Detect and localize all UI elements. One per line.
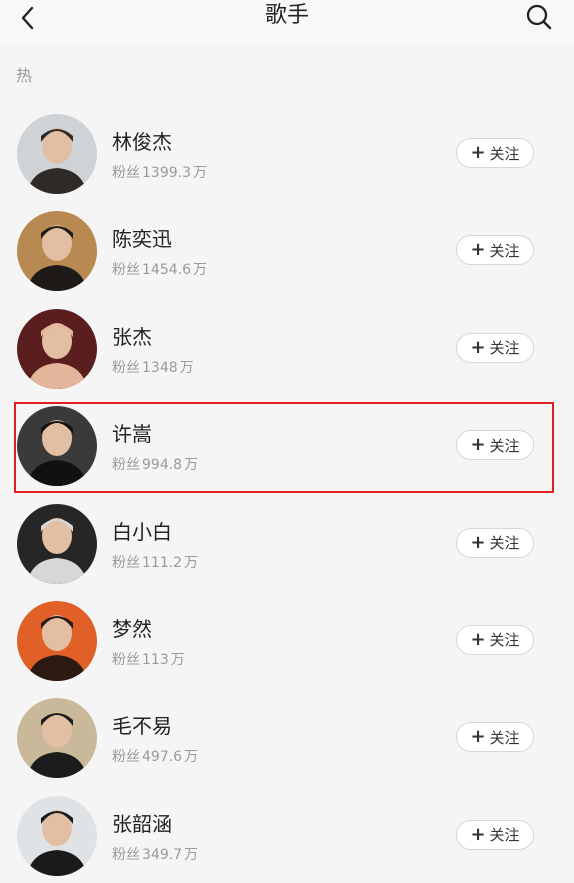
section-label-hot: 热 — [16, 66, 33, 85]
search-icon[interactable] — [524, 2, 554, 32]
follow-button[interactable]: + 关注 — [456, 332, 534, 363]
singer-list: 林俊杰 粉丝 1399.3 万 + 关注 陈奕迅 粉丝 1454.6 万 + 关注 张杰 粉… — [0, 104, 574, 883]
plus-icon: + — [470, 628, 486, 650]
plus-icon: + — [470, 142, 486, 163]
avatar[interactable] — [17, 308, 97, 389]
avatar-photo — [17, 406, 97, 487]
singer-row[interactable]: 林俊杰 粉丝 1399.3 万 + 关注 — [0, 104, 574, 201]
singer-name: 毛不易 — [112, 714, 172, 739]
singer-row[interactable]: 白小白 粉丝 111.2 万 + 关注 — [0, 494, 574, 591]
singer-name: 梦然 — [112, 616, 152, 641]
plus-icon: + — [470, 434, 486, 456]
plus-icon: + — [470, 531, 486, 553]
singer-row[interactable]: 陈奕迅 粉丝 1454.6 万 + 关注 — [0, 201, 574, 298]
fans-count: 粉丝 111.2 万 — [112, 554, 199, 571]
follow-button[interactable]: + 关注 — [456, 235, 534, 266]
singer-name: 陈奕迅 — [112, 227, 172, 252]
avatar-photo — [17, 698, 97, 779]
follow-button[interactable]: + 关注 — [456, 430, 534, 461]
fans-count: 粉丝 994.8 万 — [112, 457, 199, 474]
avatar[interactable] — [17, 795, 97, 876]
singer-row[interactable]: 梦然 粉丝 113 万 + 关注 — [0, 591, 574, 688]
singer-name: 张杰 — [112, 324, 152, 349]
avatar[interactable] — [17, 503, 97, 584]
singer-name: 许嵩 — [112, 422, 152, 447]
avatar[interactable] — [17, 114, 97, 194]
singer-name: 张韶涵 — [112, 811, 172, 836]
fans-count: 粉丝 1399.3 万 — [112, 165, 207, 181]
singer-row[interactable]: 毛不易 粉丝 497.6 万 + 关注 — [0, 688, 574, 785]
singer-row[interactable]: 许嵩 粉丝 994.8 万 + 关注 — [0, 396, 574, 493]
plus-icon: + — [470, 336, 486, 358]
fans-count: 粉丝 113 万 — [112, 651, 185, 668]
avatar[interactable] — [17, 211, 97, 292]
avatar-photo — [17, 308, 97, 389]
avatar-photo — [17, 114, 97, 194]
singer-name: 白小白 — [112, 519, 172, 544]
singer-row[interactable]: 张韶涵 粉丝 349.7 万 + 关注 — [0, 786, 574, 883]
avatar-photo — [17, 503, 97, 584]
plus-icon: + — [470, 823, 486, 845]
follow-button[interactable]: + 关注 — [456, 819, 534, 850]
avatar-photo — [17, 600, 97, 681]
follow-button[interactable]: + 关注 — [456, 527, 534, 558]
follow-button[interactable]: + 关注 — [456, 138, 534, 168]
singer-row[interactable]: 张杰 粉丝 1348 万 + 关注 — [0, 299, 574, 396]
avatar[interactable] — [17, 698, 97, 779]
fans-count: 粉丝 1454.6 万 — [112, 262, 207, 279]
top-bar: 歌手 — [0, 0, 574, 44]
avatar-photo — [17, 211, 97, 292]
follow-button[interactable]: + 关注 — [456, 722, 534, 753]
fans-count: 粉丝 349.7 万 — [112, 846, 199, 863]
fans-count: 粉丝 1348 万 — [112, 359, 194, 376]
singer-name: 林俊杰 — [112, 130, 172, 154]
plus-icon: + — [470, 239, 486, 261]
follow-button[interactable]: + 关注 — [456, 624, 534, 655]
page-title: 歌手 — [264, 3, 309, 28]
avatar-photo — [17, 795, 97, 876]
plus-icon: + — [470, 726, 486, 748]
avatar[interactable] — [17, 600, 97, 681]
fans-count: 粉丝 497.6 万 — [112, 749, 199, 766]
avatar[interactable] — [17, 406, 97, 487]
